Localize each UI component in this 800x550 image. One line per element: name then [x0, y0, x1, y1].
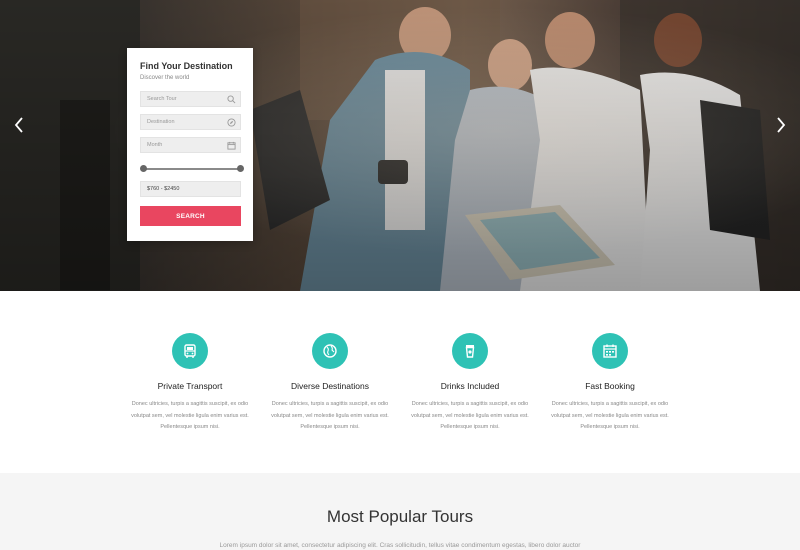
- feature-drinks-included: Drinks Included Donec ultricies, turpis …: [400, 333, 540, 434]
- feature-private-transport: Private Transport Donec ultricies, turpi…: [120, 333, 260, 434]
- search-button[interactable]: SEARCH: [140, 206, 241, 226]
- slider-track: [142, 168, 242, 170]
- search-card-title: Find Your Destination: [140, 61, 233, 71]
- cup-icon: [465, 345, 475, 358]
- search-tour-field[interactable]: [140, 91, 241, 107]
- feature-icon-circle: [592, 333, 628, 369]
- section-title: Most Popular Tours: [326, 507, 474, 526]
- globe-icon: [323, 344, 337, 358]
- bus-icon: [184, 344, 196, 358]
- slider-min-handle[interactable]: [140, 165, 147, 172]
- calendar-icon: [227, 141, 236, 150]
- destination-input[interactable]: [147, 119, 227, 125]
- hero-banner: Find Your Destination Discover the world: [0, 0, 800, 291]
- month-input[interactable]: [147, 142, 227, 148]
- month-field[interactable]: [140, 137, 241, 153]
- section-intro: Lorem ipsum dolor sit amet, consectetur …: [219, 542, 581, 549]
- features-section: Private Transport Donec ultricies, turpi…: [0, 291, 800, 473]
- feature-fast-booking: Fast Booking Donec ultricies, turpis a s…: [540, 333, 680, 434]
- feature-diverse-destinations: Diverse Destinations Donec ultricies, tu…: [260, 333, 400, 434]
- search-card-subtitle: Discover the world: [140, 75, 190, 81]
- slider-next-button[interactable]: [770, 114, 792, 136]
- feature-description: Donec ultricies, turpis a sagittis susci…: [551, 401, 669, 430]
- feature-icon-circle: [172, 333, 208, 369]
- feature-title: Diverse Destinations: [291, 381, 369, 391]
- search-icon: [227, 95, 236, 104]
- search-tour-input[interactable]: [147, 96, 227, 102]
- feature-description: Donec ultricies, turpis a sagittis susci…: [271, 401, 389, 430]
- chevron-right-icon: [777, 117, 786, 133]
- price-range-slider[interactable]: [140, 165, 244, 173]
- popular-tours-section: Most Popular Tours Lorem ipsum dolor sit…: [0, 473, 800, 550]
- slider-prev-button[interactable]: [8, 114, 30, 136]
- feature-description: Donec ultricies, turpis a sagittis susci…: [411, 401, 529, 430]
- slider-max-handle[interactable]: [237, 165, 244, 172]
- feature-title: Private Transport: [157, 381, 223, 391]
- feature-icon-circle: [312, 333, 348, 369]
- price-range-display: $760 - $2450: [140, 181, 241, 197]
- feature-title: Drinks Included: [440, 381, 500, 391]
- search-card: Find Your Destination Discover the world: [127, 48, 253, 241]
- feature-description: Donec ultricies, turpis a sagittis susci…: [131, 401, 249, 430]
- feature-title: Fast Booking: [585, 381, 635, 391]
- calendar-icon: [603, 344, 617, 358]
- compass-icon: [227, 118, 236, 127]
- chevron-left-icon: [14, 117, 23, 133]
- feature-icon-circle: [452, 333, 488, 369]
- destination-field[interactable]: [140, 114, 241, 130]
